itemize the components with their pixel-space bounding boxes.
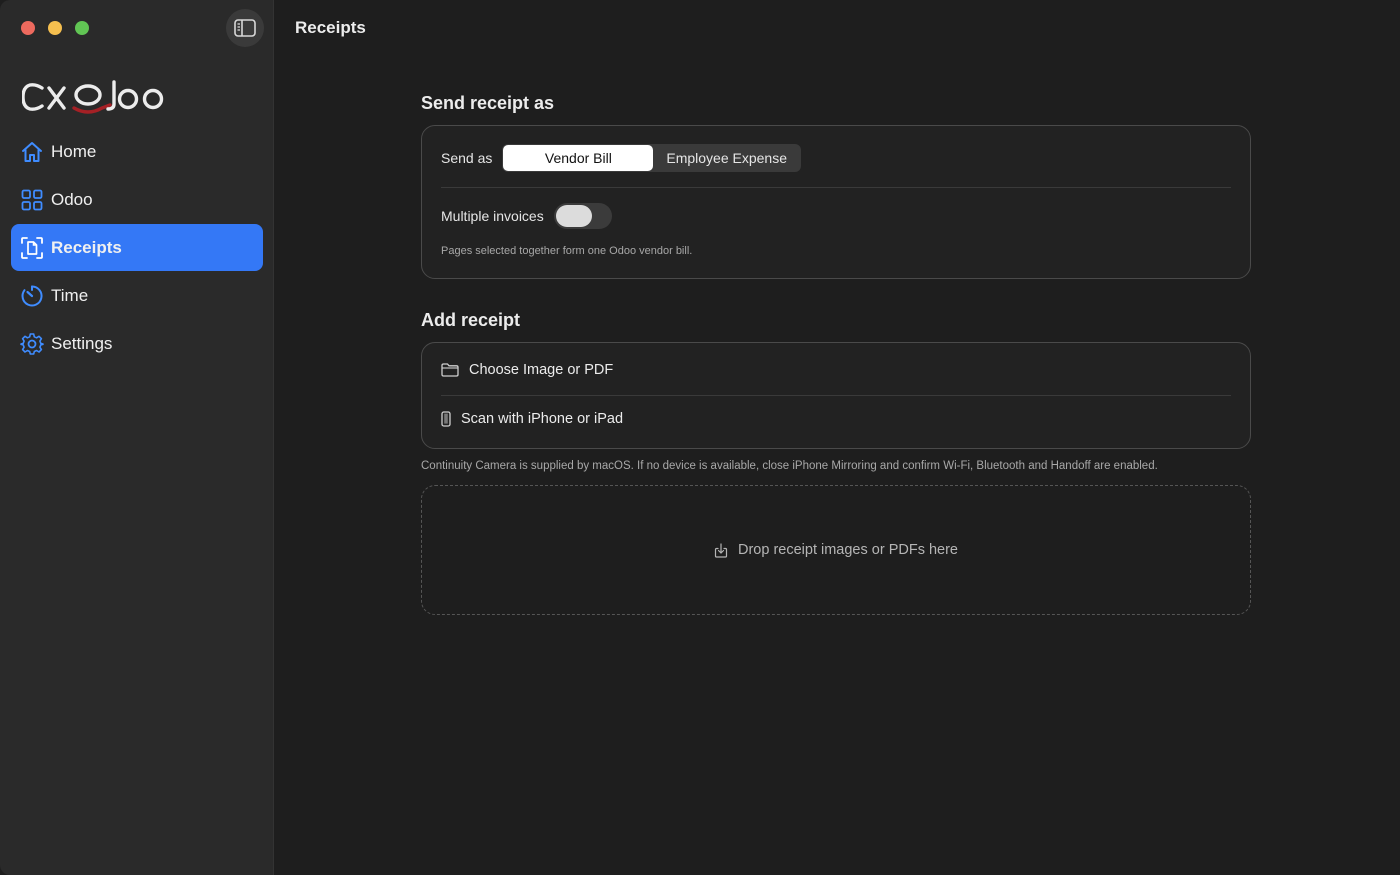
scan-device-label: Scan with iPhone or iPad xyxy=(461,411,624,427)
zoom-window-button[interactable] xyxy=(75,21,89,35)
sidebar-item-odoo[interactable]: Odoo xyxy=(11,176,263,223)
vendor-bill-note: Pages selected together form one Odoo ve… xyxy=(441,245,693,257)
send-as-segmented-control: Vendor Bill Employee Expense xyxy=(502,144,802,172)
home-icon xyxy=(19,139,45,165)
add-receipt-card: Choose Image or PDF Scan with iPhone or … xyxy=(421,342,1251,449)
drop-zone[interactable]: Drop receipt images or PDFs here xyxy=(421,485,1251,615)
employee-expense-option[interactable]: Employee Expense xyxy=(653,145,800,171)
close-window-button[interactable] xyxy=(21,21,35,35)
multiple-invoices-toggle[interactable] xyxy=(553,203,612,229)
sidebar-item-home[interactable]: Home xyxy=(11,128,263,175)
gear-icon xyxy=(19,331,45,357)
vendor-bill-option[interactable]: Vendor Bill xyxy=(503,145,654,171)
continuity-camera-note: Continuity Camera is supplied by macOS. … xyxy=(421,460,1158,472)
divider xyxy=(441,395,1231,396)
sidebar-item-label: Odoo xyxy=(51,189,93,209)
iphone-icon xyxy=(441,411,451,427)
minimize-window-button[interactable] xyxy=(48,21,62,35)
drop-zone-message: Drop receipt images or PDFs here xyxy=(714,542,958,558)
choose-image-button[interactable]: Choose Image or PDF xyxy=(441,362,613,378)
choose-image-label: Choose Image or PDF xyxy=(469,362,614,378)
app-window: Home Odoo Receipts Time Settings Receipt… xyxy=(0,0,1400,875)
add-section-heading: Add receipt xyxy=(421,310,521,330)
window-controls xyxy=(21,21,89,35)
toggle-knob xyxy=(555,205,592,227)
sidebar-item-settings[interactable]: Settings xyxy=(11,320,263,367)
sidebar-toggle-button[interactable] xyxy=(226,9,264,47)
sidebar-icon xyxy=(234,19,256,37)
grid-icon xyxy=(19,187,45,213)
divider xyxy=(441,187,1231,188)
scan-device-button[interactable]: Scan with iPhone or iPad xyxy=(441,411,623,427)
sidebar-nav: Home Odoo Receipts Time Settings xyxy=(11,128,263,368)
multiple-invoices-label: Multiple invoices xyxy=(441,208,544,224)
folder-icon xyxy=(441,363,459,377)
send-as-row: Send as Vendor Bill Employee Expense xyxy=(441,144,802,172)
drop-zone-label: Drop receipt images or PDFs here xyxy=(738,542,958,558)
sidebar: Home Odoo Receipts Time Settings xyxy=(0,0,274,875)
sidebar-item-label: Settings xyxy=(51,333,113,353)
send-section-heading: Send receipt as xyxy=(421,93,555,113)
sidebar-item-label: Home xyxy=(51,141,97,161)
receipt-scan-icon xyxy=(19,235,45,261)
timer-icon xyxy=(19,283,45,309)
multiple-invoices-row: Multiple invoices xyxy=(441,203,612,229)
sidebar-item-label: Time xyxy=(51,285,89,305)
app-logo xyxy=(21,78,168,119)
send-settings-card: Send as Vendor Bill Employee Expense Mul… xyxy=(421,125,1251,279)
sidebar-item-label: Receipts xyxy=(51,237,122,257)
sidebar-item-time[interactable]: Time xyxy=(11,272,263,319)
page-title: Receipts xyxy=(295,18,366,37)
sidebar-item-receipts[interactable]: Receipts xyxy=(11,224,263,271)
download-tray-icon xyxy=(714,542,728,558)
send-as-label: Send as xyxy=(441,150,493,166)
